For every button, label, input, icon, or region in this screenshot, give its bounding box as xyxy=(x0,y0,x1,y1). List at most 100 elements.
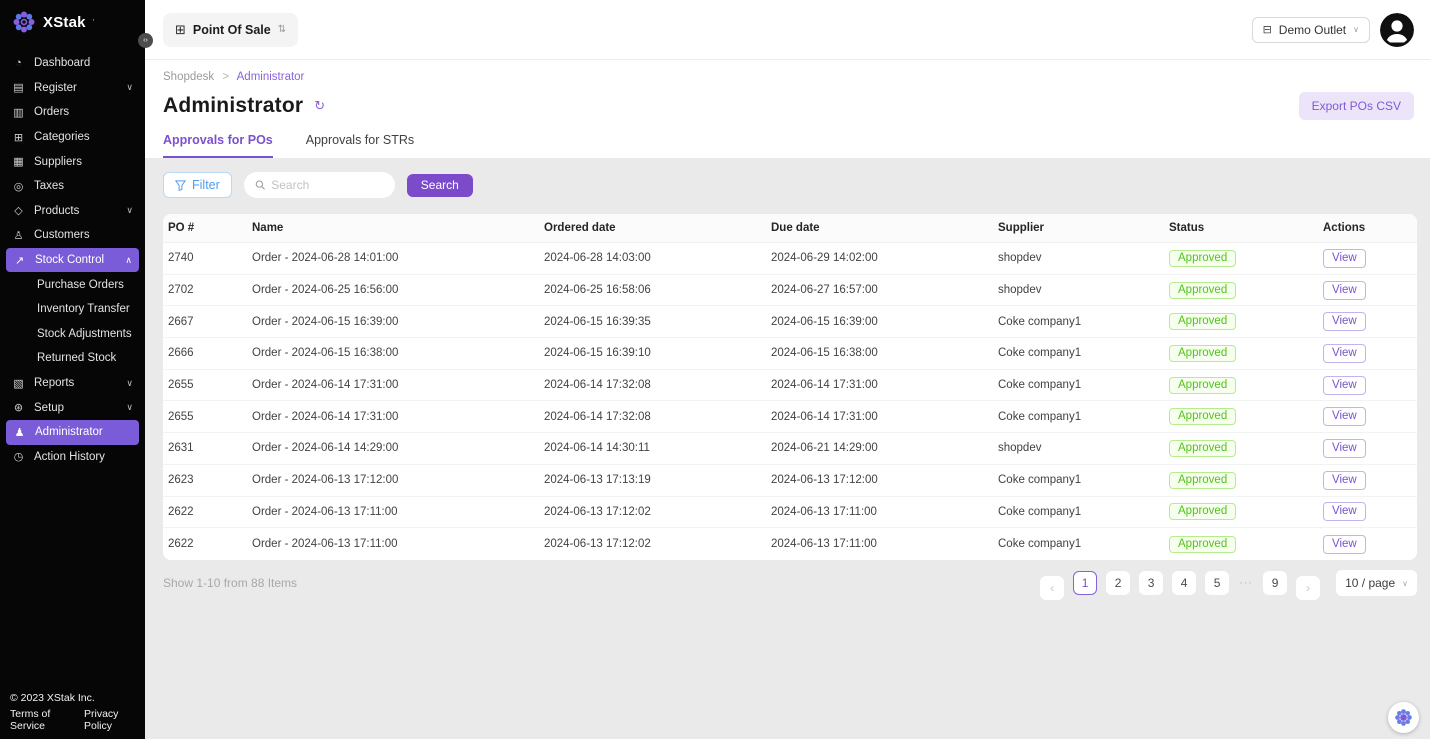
sidebar-item-label: Action History xyxy=(34,451,105,463)
sidebar-item-label: Reports xyxy=(34,377,74,389)
page-1-button[interactable]: 1 xyxy=(1073,571,1097,595)
page-9-button[interactable]: 9 xyxy=(1263,571,1287,595)
sidebar-collapse-button[interactable]: ‹› xyxy=(138,33,153,48)
cell-name: Order - 2024-06-14 17:31:00 xyxy=(247,411,539,423)
cell-po-number: 2622 xyxy=(163,538,247,550)
terms-of-service-link[interactable]: Terms of Service xyxy=(10,708,71,732)
topbar: ⊞ Point Of Sale ⇅ ⊟ Demo Outlet ∨ xyxy=(145,0,1430,60)
app-switcher[interactable]: ⊞ Point Of Sale ⇅ xyxy=(163,13,298,47)
sidebar-item-label: Dashboard xyxy=(34,57,90,69)
sidebar-item-returned-stock[interactable]: Returned Stock xyxy=(0,346,145,371)
view-button[interactable]: View xyxy=(1323,439,1366,458)
table-row: 2631 Order - 2024-06-14 14:29:00 2024-06… xyxy=(163,433,1417,465)
view-button[interactable]: View xyxy=(1323,535,1366,554)
cell-name: Order - 2024-06-15 16:38:00 xyxy=(247,347,539,359)
chevron-down-icon: ∨ xyxy=(126,205,133,216)
view-button[interactable]: View xyxy=(1323,502,1366,521)
filter-button[interactable]: Filter xyxy=(163,172,232,198)
sidebar-item-stock-adjustments[interactable]: Stock Adjustments xyxy=(0,322,145,347)
export-pos-csv-button[interactable]: Export POs CSV xyxy=(1299,92,1414,120)
status-badge: Approved xyxy=(1169,250,1236,267)
breadcrumb-root[interactable]: Shopdesk xyxy=(163,71,214,83)
tab-approvals-for-pos[interactable]: Approvals for POs xyxy=(163,133,273,158)
administrator-icon: ♟ xyxy=(13,426,26,439)
sidebar-item-orders[interactable]: ▥ Orders xyxy=(0,100,145,125)
tab-approvals-for-strs[interactable]: Approvals for STRs xyxy=(306,133,414,158)
table-row: 2655 Order - 2024-06-14 17:31:00 2024-06… xyxy=(163,401,1417,433)
filter-button-label: Filter xyxy=(192,178,220,192)
chat-widget-button[interactable] xyxy=(1388,702,1419,733)
sidebar-item-products[interactable]: ◇ Products ∨ xyxy=(0,199,145,224)
view-button[interactable]: View xyxy=(1323,249,1366,268)
sidebar-item-label: Inventory Transfer xyxy=(37,303,130,315)
column-header-status: Status xyxy=(1164,222,1318,234)
sidebar-item-purchase-orders[interactable]: Purchase Orders xyxy=(0,272,145,297)
cell-name: Order - 2024-06-25 16:56:00 xyxy=(247,284,539,296)
store-icon: ⊟ xyxy=(1263,23,1272,36)
view-button[interactable]: View xyxy=(1323,471,1366,490)
cell-po-number: 2740 xyxy=(163,252,247,264)
cell-due-date: 2024-06-27 16:57:00 xyxy=(766,284,993,296)
brand-name: XStak xyxy=(43,14,86,31)
cell-name: Order - 2024-06-13 17:12:00 xyxy=(247,474,539,486)
sidebar-item-label: Returned Stock xyxy=(37,352,116,364)
sidebar-item-setup[interactable]: ⊛ Setup ∨ xyxy=(0,395,145,420)
status-badge: Approved xyxy=(1169,282,1236,299)
table-row: 2622 Order - 2024-06-13 17:11:00 2024-06… xyxy=(163,497,1417,529)
breadcrumb-current[interactable]: Administrator xyxy=(237,71,305,83)
view-button[interactable]: View xyxy=(1323,344,1366,363)
search-input[interactable] xyxy=(271,178,384,192)
sidebar-item-dashboard[interactable]: ◔ Dashboard xyxy=(0,51,145,76)
page-header: Shopdesk > Administrator Administrator ↻… xyxy=(145,60,1430,158)
user-avatar[interactable] xyxy=(1380,13,1414,47)
sidebar-item-inventory-transfer[interactable]: Inventory Transfer xyxy=(0,297,145,322)
page-2-button[interactable]: 2 xyxy=(1106,571,1130,595)
view-button[interactable]: View xyxy=(1323,407,1366,426)
page-title: Administrator xyxy=(163,94,303,118)
sidebar-item-categories[interactable]: ⊞ Categories xyxy=(0,125,145,150)
sidebar-item-stock-control[interactable]: ↗ Stock Control ∧ xyxy=(6,248,139,273)
column-header-po: PO # xyxy=(163,222,247,234)
chevron-down-icon: ∨ xyxy=(1402,579,1408,588)
refresh-icon[interactable]: ↻ xyxy=(314,98,325,114)
sidebar-item-label: Taxes xyxy=(34,180,64,192)
sidebar-item-suppliers[interactable]: ▦ Suppliers xyxy=(0,149,145,174)
view-button[interactable]: View xyxy=(1323,376,1366,395)
search-box xyxy=(244,172,395,198)
sidebar-footer: © 2023 XStak Inc. Terms of Service Priva… xyxy=(0,684,145,739)
view-button[interactable]: View xyxy=(1323,312,1366,331)
page-size-selector[interactable]: 10 / page ∨ xyxy=(1336,570,1417,596)
sidebar-nav: ◔ Dashboard ▤ Register ∨ ▥ Orders ⊞ Cate… xyxy=(0,51,145,469)
search-button[interactable]: Search xyxy=(407,174,473,197)
breadcrumb: Shopdesk > Administrator xyxy=(163,71,1414,83)
flower-widget-icon xyxy=(1394,708,1413,727)
prev-page-button[interactable]: ‹ xyxy=(1040,576,1064,600)
cell-ordered-date: 2024-06-25 16:58:06 xyxy=(539,284,766,296)
next-page-button[interactable]: › xyxy=(1296,576,1320,600)
brand-logo[interactable]: XStak' xyxy=(0,0,145,42)
cell-ordered-date: 2024-06-14 17:32:08 xyxy=(539,379,766,391)
chevron-down-icon: ∨ xyxy=(1353,25,1359,34)
sidebar-item-taxes[interactable]: ◎ Taxes xyxy=(0,174,145,199)
page-5-button[interactable]: 5 xyxy=(1205,571,1229,595)
view-button[interactable]: View xyxy=(1323,281,1366,300)
table-row: 2667 Order - 2024-06-15 16:39:00 2024-06… xyxy=(163,306,1417,338)
sidebar-item-action-history[interactable]: ◷ Action History xyxy=(0,445,145,470)
status-badge: Approved xyxy=(1169,536,1236,553)
privacy-policy-link[interactable]: Privacy Policy xyxy=(84,708,135,732)
cell-ordered-date: 2024-06-14 14:30:11 xyxy=(539,442,766,454)
sidebar-item-administrator[interactable]: ♟ Administrator xyxy=(6,420,139,445)
page-3-button[interactable]: 3 xyxy=(1139,571,1163,595)
sidebar-item-customers[interactable]: ♙ Customers xyxy=(0,223,145,248)
sidebar-item-reports[interactable]: ▧ Reports ∨ xyxy=(0,371,145,396)
page-4-button[interactable]: 4 xyxy=(1172,571,1196,595)
sidebar-item-register[interactable]: ▤ Register ∨ xyxy=(0,76,145,101)
outlet-selector[interactable]: ⊟ Demo Outlet ∨ xyxy=(1252,17,1370,43)
table-row: 2623 Order - 2024-06-13 17:12:00 2024-06… xyxy=(163,465,1417,497)
page-ellipsis[interactable]: ··· xyxy=(1238,571,1254,595)
cell-due-date: 2024-06-13 17:11:00 xyxy=(766,538,993,550)
cell-ordered-date: 2024-06-13 17:12:02 xyxy=(539,538,766,550)
user-icon xyxy=(1380,13,1414,47)
cell-ordered-date: 2024-06-28 14:03:00 xyxy=(539,252,766,264)
cell-po-number: 2655 xyxy=(163,379,247,391)
